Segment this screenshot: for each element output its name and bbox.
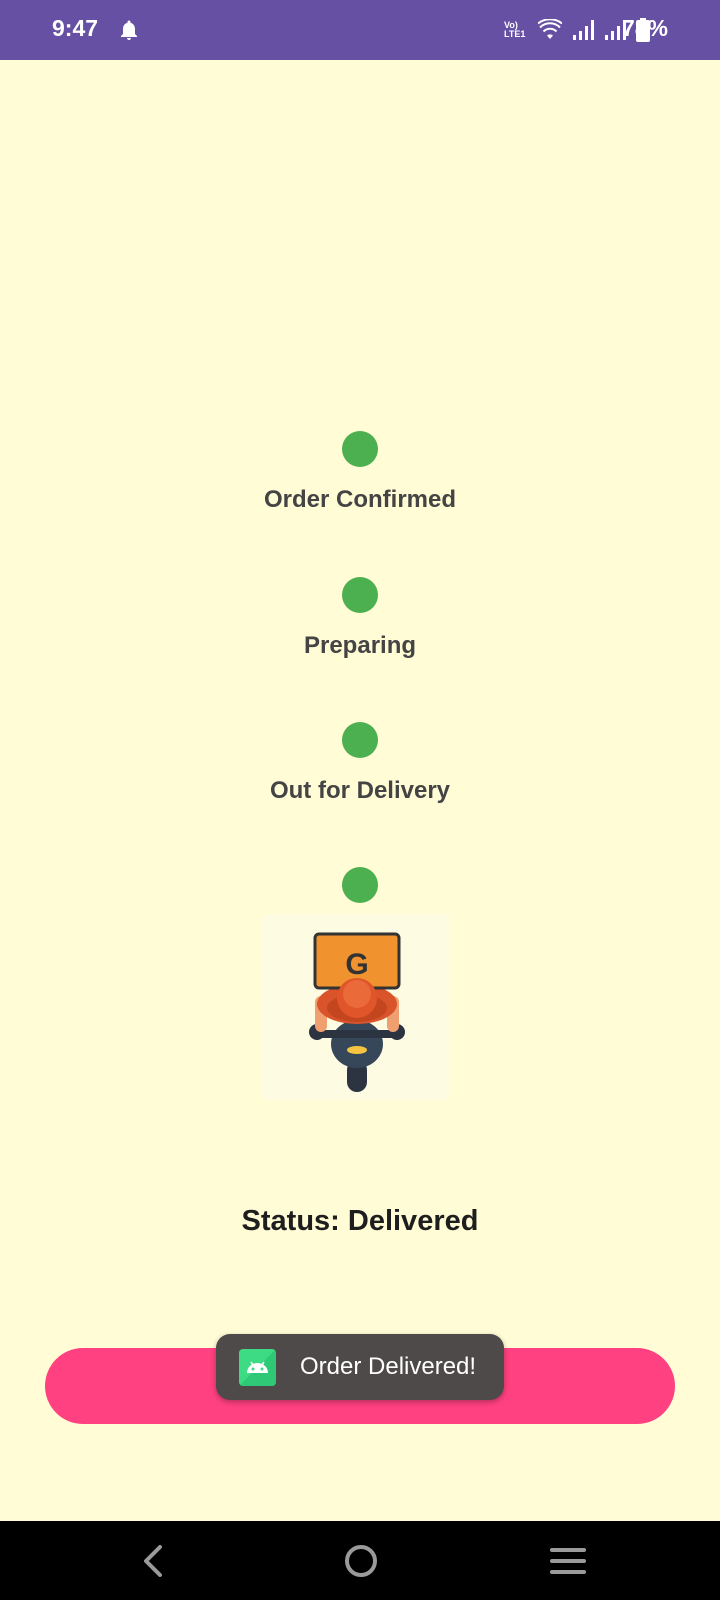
home-icon[interactable] — [339, 1539, 383, 1583]
wifi-icon — [538, 19, 562, 39]
step-dot-preparing — [342, 577, 378, 613]
android-icon — [239, 1349, 276, 1386]
toast-notification: Order Delivered! — [216, 1334, 504, 1400]
status-bar: 9:47 Vo) LTE1 78% — [0, 0, 720, 60]
step-dot-out-for-delivery — [342, 722, 378, 758]
step-label-order-confirmed: Order Confirmed — [263, 486, 457, 513]
navigation-bar — [0, 1521, 720, 1600]
back-icon[interactable] — [132, 1539, 176, 1583]
step-label-preparing: Preparing — [303, 632, 417, 659]
delivery-rider-icon: G — [309, 932, 405, 1092]
step-dot-order-confirmed — [342, 431, 378, 467]
signal-icon — [573, 20, 594, 40]
rider-badge-letter: G — [345, 948, 368, 981]
toast-text: Order Delivered! — [300, 1353, 477, 1380]
step-label-out-for-delivery: Out for Delivery — [269, 777, 451, 804]
order-status: Status: Delivered — [241, 1205, 479, 1237]
bell-icon — [121, 20, 137, 40]
menu-icon[interactable] — [546, 1539, 590, 1583]
step-dot-nearby — [342, 867, 378, 903]
volte-icon: Vo) LTE1 — [504, 20, 526, 39]
status-time: 9:47 — [52, 15, 99, 41]
battery-percent: 78% — [621, 15, 668, 41]
